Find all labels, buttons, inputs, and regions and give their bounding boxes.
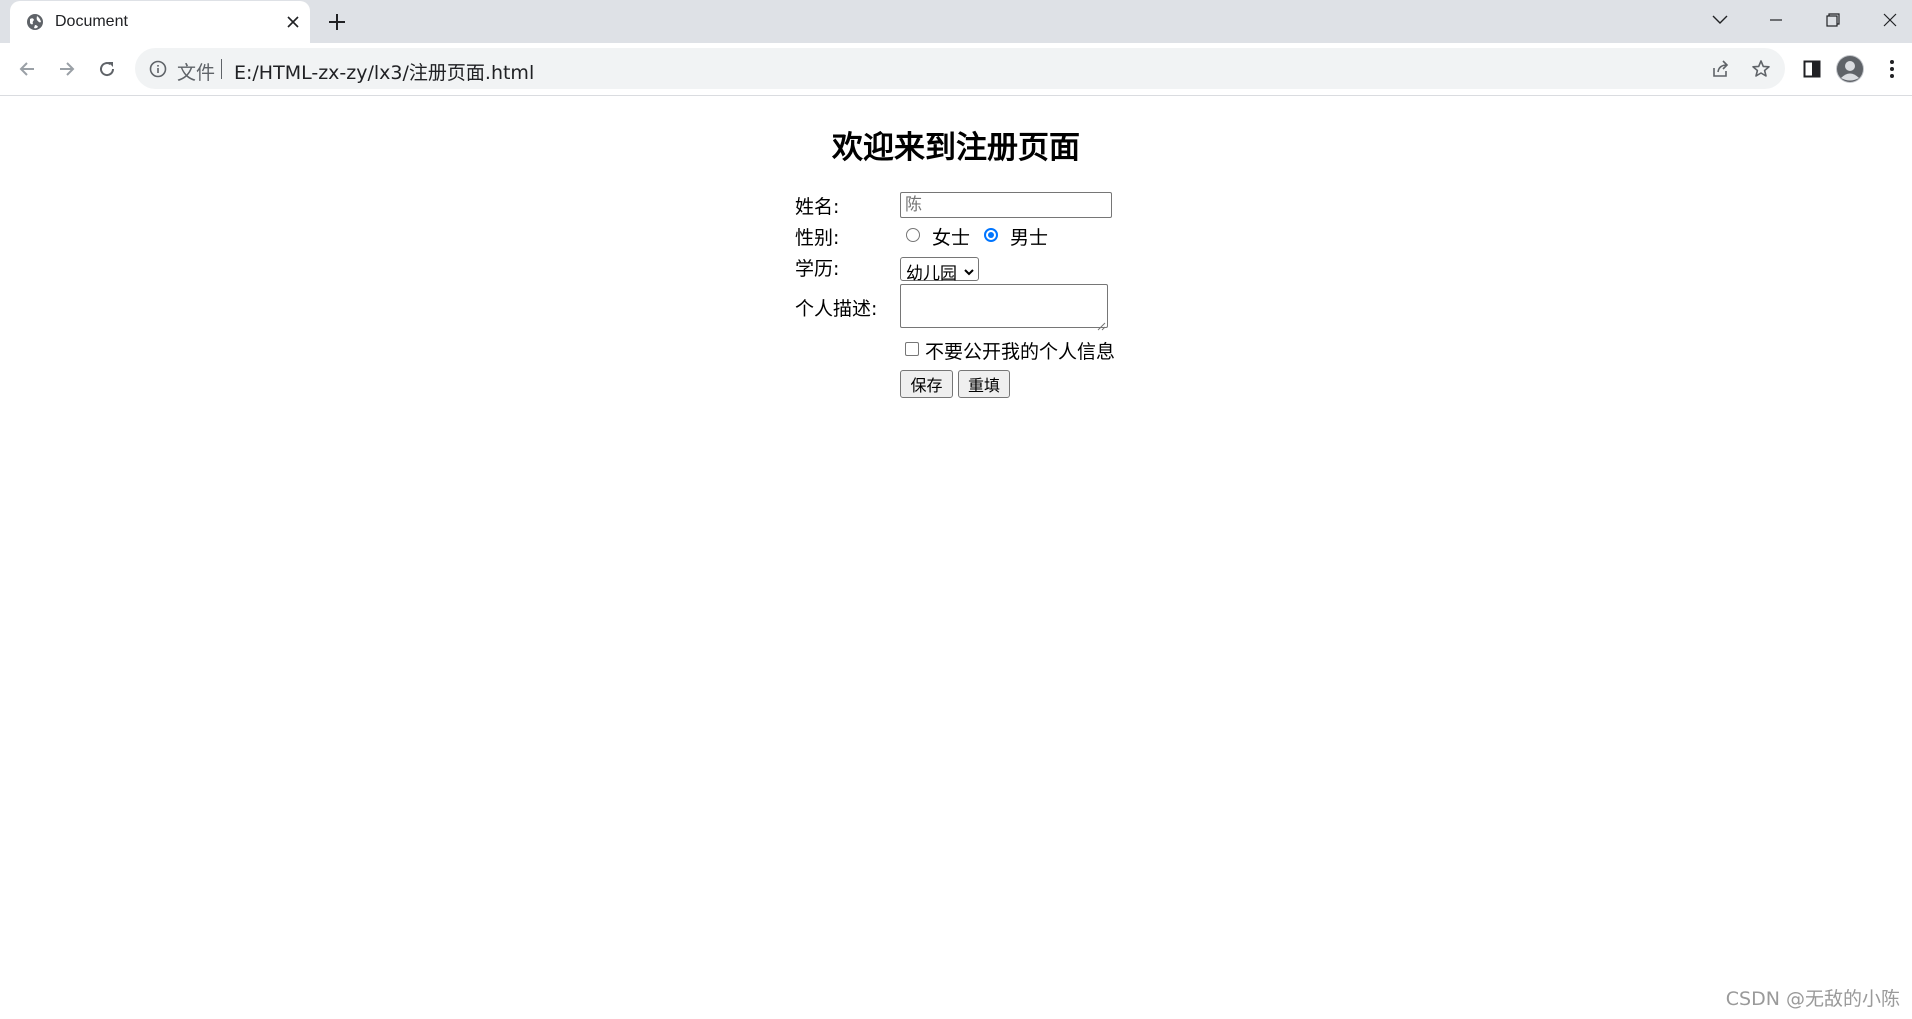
chip-divider — [221, 59, 222, 79]
window-close-icon[interactable] — [1870, 4, 1910, 36]
restore-icon[interactable] — [1813, 4, 1853, 36]
gender-radio-male[interactable] — [984, 228, 998, 242]
education-label: 学历: — [795, 258, 840, 280]
name-label: 姓名: — [795, 196, 840, 218]
description-textarea[interactable] — [900, 284, 1108, 331]
chevron-down-icon[interactable] — [1700, 4, 1740, 36]
back-arrow-icon[interactable] — [13, 55, 41, 83]
url-text[interactable]: E:/HTML-zx-zy/lx3/注册页面.html — [234, 58, 534, 85]
education-select[interactable]: 幼儿园 — [900, 257, 979, 284]
name-input[interactable] — [900, 192, 1112, 218]
forward-arrow-icon[interactable] — [53, 55, 81, 83]
close-icon[interactable] — [283, 12, 303, 32]
plus-icon[interactable] — [324, 9, 350, 35]
side-panel-icon[interactable] — [1796, 53, 1828, 85]
gender-option-male-label: 男士 — [1010, 227, 1049, 249]
gender-option-female-label: 女士 — [932, 227, 971, 249]
gender-label: 性别: — [795, 227, 840, 249]
watermark: CSDN @无敌的小陈 — [1725, 988, 1900, 1010]
kebab-menu-icon[interactable] — [1876, 53, 1908, 85]
description-label: 个人描述: — [795, 298, 878, 320]
chevron-down-icon — [963, 263, 975, 276]
tab-title: Document — [55, 13, 128, 30]
tab-document[interactable]: Document — [10, 1, 310, 43]
address-bar[interactable]: 文件 E:/HTML-zx-zy/lx3/注册页面.html — [135, 48, 1785, 89]
person-icon[interactable] — [1836, 55, 1864, 83]
save-button[interactable]: 保存 — [900, 370, 953, 398]
privacy-checkbox[interactable] — [905, 342, 919, 356]
page-title: 欢迎来到注册页面 — [832, 130, 1080, 166]
reset-button[interactable]: 重填 — [958, 370, 1010, 398]
privacy-label: 不要公开我的个人信息 — [925, 341, 1116, 363]
tab-strip: Document — [0, 0, 1912, 43]
resize-grip-icon[interactable] — [1096, 316, 1106, 331]
minimize-icon[interactable] — [1756, 4, 1796, 36]
star-icon[interactable] — [1750, 58, 1772, 80]
info-icon[interactable] — [149, 60, 167, 78]
gender-radio-female[interactable] — [906, 228, 920, 242]
share-icon[interactable] — [1710, 58, 1732, 80]
page-content: 欢迎来到注册页面 姓名: 性别: 女士 男士 学历: 幼儿园 个人描述: 不要公… — [0, 96, 1912, 1019]
browser-toolbar: 文件 E:/HTML-zx-zy/lx3/注册页面.html — [0, 43, 1912, 96]
site-info-chip[interactable]: 文件 — [177, 58, 215, 85]
reload-icon[interactable] — [93, 55, 121, 83]
globe-icon — [26, 13, 44, 31]
education-selected-value: 幼儿园 — [906, 264, 957, 284]
